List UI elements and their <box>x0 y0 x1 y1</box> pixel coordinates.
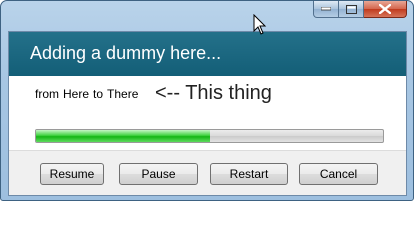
cancel-button[interactable]: Cancel <box>299 163 378 185</box>
from-label: from <box>35 87 59 101</box>
pause-button[interactable]: Pause <box>119 163 198 185</box>
from-value: Here <box>63 87 90 101</box>
mouse-cursor-icon <box>253 14 267 35</box>
minimize-button[interactable] <box>313 1 339 18</box>
transfer-route: from Here to There <box>35 87 142 101</box>
close-button[interactable] <box>364 1 407 18</box>
to-value: There <box>107 87 139 101</box>
dialog-client-area: Adding a dummy here... from Here to Ther… <box>8 31 407 196</box>
restart-button[interactable]: Restart <box>210 163 288 185</box>
minimize-icon <box>321 7 331 11</box>
progress-bar <box>35 129 384 143</box>
window-controls <box>313 1 407 19</box>
resume-button[interactable]: Resume <box>40 163 104 185</box>
dialog-title: Adding a dummy here... <box>30 43 222 63</box>
dialog-window: Adding a dummy here... from Here to Ther… <box>0 0 414 201</box>
annotation-note: <-- This thing <box>155 82 272 104</box>
to-label: to <box>93 87 104 101</box>
dialog-header: Adding a dummy here... <box>9 32 406 76</box>
button-bar: Resume Pause Restart Cancel <box>9 150 406 196</box>
close-icon <box>379 4 391 14</box>
maximize-button[interactable] <box>339 1 364 18</box>
progress-fill <box>36 130 210 142</box>
maximize-icon <box>345 4 357 14</box>
dialog-content: from Here to There <-- This thing <box>9 76 406 150</box>
